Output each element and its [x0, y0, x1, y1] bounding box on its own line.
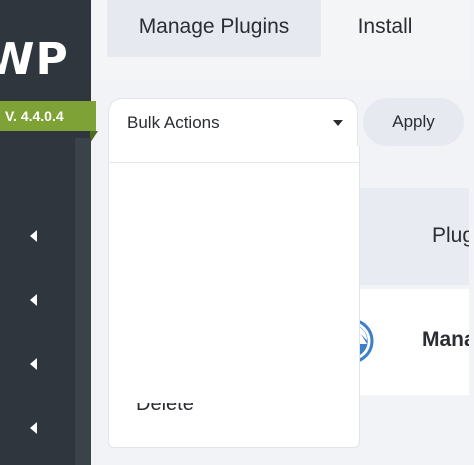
app-logo: WP	[0, 34, 69, 85]
plugin-name[interactable]: Mana	[422, 328, 469, 352]
bulk-actions-select[interactable]: Bulk Actions	[108, 98, 358, 146]
bulk-actions-dropdown-menu: Delete	[108, 146, 360, 448]
sidebar-collapse-arrow-icon[interactable]	[30, 358, 37, 370]
sidebar: WP V. 4.4.0.4	[0, 0, 98, 465]
sidebar-scrollbar[interactable]	[75, 138, 91, 465]
column-header-plugin: Plugi	[432, 224, 469, 247]
dropdown-divider	[108, 162, 360, 163]
sidebar-collapse-arrow-icon[interactable]	[30, 294, 37, 306]
dropdown-option-delete[interactable]: Delete	[109, 403, 359, 433]
viewport: WP V. 4.4.0.4 Manage Plugins Install Plu…	[0, 0, 469, 465]
apply-button[interactable]: Apply	[363, 98, 464, 146]
sidebar-collapse-arrow-icon[interactable]	[30, 230, 37, 242]
bulk-actions-label: Bulk Actions	[127, 113, 220, 132]
version-badge: V. 4.4.0.4	[0, 101, 96, 131]
tab-manage-plugins[interactable]: Manage Plugins	[107, 0, 321, 57]
tab-install[interactable]: Install	[333, 0, 437, 57]
chevron-down-icon	[333, 120, 343, 126]
sidebar-collapse-arrow-icon[interactable]	[30, 422, 37, 434]
version-badge-fold	[90, 131, 98, 143]
